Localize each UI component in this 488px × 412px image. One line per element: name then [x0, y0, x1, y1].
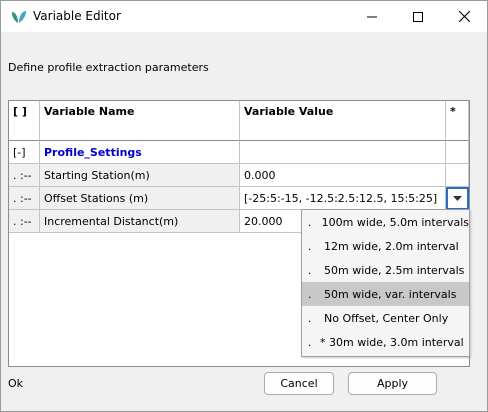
minimize-button[interactable]: [349, 1, 395, 32]
maximize-button[interactable]: [395, 1, 441, 32]
row-marker: . :--: [9, 187, 40, 210]
row-flag: [446, 164, 469, 187]
minimize-icon: [367, 16, 377, 17]
item-label: 100m wide, 5.0m intervals: [321, 215, 469, 229]
grid-header-row: [ ] Variable Name Variable Value *: [9, 101, 469, 141]
dropdown-item-selected[interactable]: . 50m wide, var. intervals: [302, 282, 469, 306]
close-icon: [458, 11, 470, 22]
maximize-icon: [413, 11, 423, 22]
chevron-down-icon: [453, 196, 462, 201]
dropdown-item[interactable]: . 50m wide, 2.5m intervals: [302, 258, 469, 282]
item-label: No Offset, Center Only: [324, 311, 449, 325]
title-bar[interactable]: Variable Editor: [1, 1, 487, 32]
item-marker: .: [308, 239, 312, 253]
row-marker: . :--: [9, 164, 40, 187]
row-flag: [446, 141, 469, 164]
apply-button[interactable]: Apply: [348, 372, 437, 395]
variable-name: Incremental Distanct(m): [40, 210, 240, 233]
row-value[interactable]: [240, 141, 446, 164]
variable-editor-window: Variable Editor Define profile extractio…: [0, 0, 488, 412]
offset-dropdown-list[interactable]: . 100m wide, 5.0m intervals . 12m wide, …: [301, 209, 470, 357]
header-variable-value[interactable]: Variable Value: [240, 101, 446, 141]
close-button[interactable]: [441, 1, 487, 32]
dropdown-button[interactable]: [446, 187, 469, 210]
header-flag[interactable]: *: [446, 101, 469, 141]
status-text: Ok: [8, 377, 24, 390]
table-row[interactable]: [-] Profile_Settings: [9, 141, 469, 164]
item-marker: .: [308, 215, 312, 229]
item-label: 50m wide, var. intervals: [324, 287, 457, 301]
variable-value[interactable]: 0.000: [240, 164, 446, 187]
variable-value[interactable]: [-25:5:-15, -12.5:2.5:12.5, 15:5:25]: [240, 187, 446, 210]
item-label: 12m wide, 2.0m interval: [324, 239, 459, 253]
item-marker: .: [308, 287, 312, 301]
variable-name: Starting Station(m): [40, 164, 240, 187]
item-marker: .: [308, 335, 312, 349]
item-label: * 30m wide, 3.0m interval: [320, 335, 464, 349]
group-name: Profile_Settings: [40, 141, 240, 164]
instruction-text: Define profile extraction parameters: [8, 61, 209, 74]
item-label: 50m wide, 2.5m intervals: [324, 263, 465, 277]
table-row[interactable]: . :-- Starting Station(m) 0.000: [9, 164, 469, 187]
item-marker: .: [308, 263, 312, 277]
cancel-button[interactable]: Cancel: [264, 372, 334, 395]
leaf-app-icon: [10, 8, 28, 26]
header-marker[interactable]: [ ]: [9, 101, 40, 141]
window-title: Variable Editor: [33, 9, 121, 23]
variable-name: Offset Stations (m): [40, 187, 240, 210]
dropdown-item[interactable]: . 12m wide, 2.0m interval: [302, 234, 469, 258]
row-marker: . :--: [9, 210, 40, 233]
dropdown-item[interactable]: . 100m wide, 5.0m intervals: [302, 210, 469, 234]
item-marker: .: [308, 311, 312, 325]
dropdown-item[interactable]: . No Offset, Center Only: [302, 306, 469, 330]
header-variable-name[interactable]: Variable Name: [40, 101, 240, 141]
dropdown-item[interactable]: . * 30m wide, 3.0m interval: [302, 330, 469, 354]
row-marker[interactable]: [-]: [9, 141, 40, 164]
table-row[interactable]: . :-- Offset Stations (m) [-25:5:-15, -1…: [9, 187, 469, 210]
